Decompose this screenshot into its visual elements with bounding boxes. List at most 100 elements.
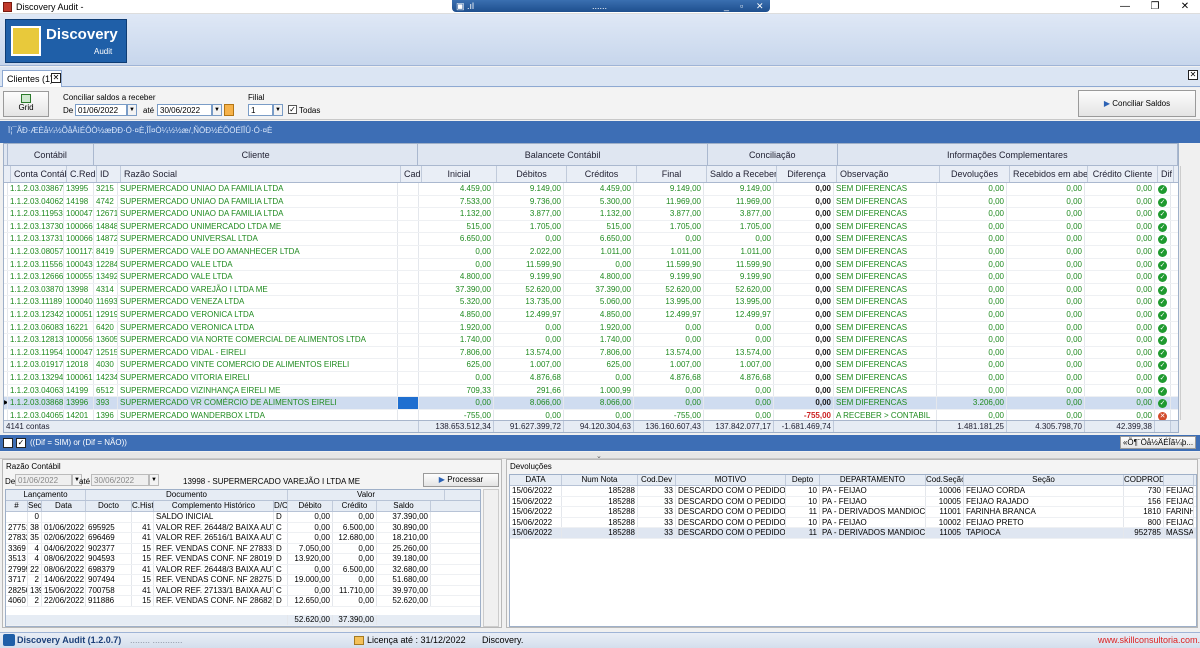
filter-editor-button[interactable]: «Õ¶¨Öå½ÄÉÎã¼þ... — [1120, 436, 1196, 449]
razao-date-to[interactable]: 30/06/2022 — [91, 474, 149, 486]
panel-splitter[interactable]: ⌄ — [0, 452, 1200, 460]
date-from-dropdown-icon[interactable]: ▼ — [127, 104, 137, 116]
close-icon[interactable]: ✕ — [1170, 0, 1200, 14]
razao-row[interactable]: 0 SALDO INICIAL D 0,00 0,00 37.390,00 — [6, 512, 480, 523]
table-row[interactable]: 1.1.2.03.126661000552513492SUPERMERCADO … — [4, 271, 1178, 284]
table-row[interactable]: 1.1.2.03.115561000439112284SUPERMERCADO … — [4, 258, 1178, 272]
maximize-icon[interactable]: ❐ — [1140, 0, 1170, 14]
razao-column-header[interactable]: Seq — [28, 501, 42, 511]
column-header[interactable]: Conta Contábil — [11, 166, 67, 182]
date-to-dropdown-icon[interactable]: ▼ — [212, 104, 222, 116]
tab-close-icon[interactable]: ✕ — [51, 73, 61, 83]
razao-date-to-dropdown-icon[interactable]: ▼ — [149, 474, 159, 486]
column-header[interactable]: Devoluções — [940, 166, 1010, 182]
devolucoes-column-header[interactable]: Cod.Seção — [926, 475, 964, 485]
remote-restore-icon[interactable]: ▫ — [740, 0, 743, 12]
remote-session-bar[interactable]: ▣ .ıl ...... _ ▫ ✕ — [452, 0, 770, 12]
filter-enabled-checkbox[interactable]: ✓ — [16, 438, 26, 448]
devolucoes-row[interactable]: 15/06/2022 185288 33 DESCARDO COM O PEDIDO 1… — [510, 517, 1196, 528]
razao-column-header[interactable]: Crédito — [333, 501, 377, 511]
devolucoes-row[interactable]: 15/06/2022 185288 33 DESCARDO COM O PEDIDO 1… — [510, 507, 1196, 518]
table-row[interactable]: 1.1.2.03.123421000519012919SUPERMERCADO … — [4, 308, 1178, 322]
remote-close-icon[interactable]: ✕ — [756, 0, 764, 12]
column-header[interactable]: Inicial — [422, 166, 497, 182]
razao-column-header[interactable]: Docto — [86, 501, 132, 511]
table-row[interactable]: 1.1.2.03.128131000568113605SUPERMERCADO … — [4, 334, 1178, 347]
devolucoes-row[interactable]: 15/06/2022 185288 33 DESCARDO COM O PEDIDO 1… — [510, 486, 1196, 497]
calendar-icon[interactable] — [224, 104, 234, 116]
grid-vertical-scrollbar[interactable] — [1180, 166, 1194, 420]
razao-row[interactable]: 3369 4 04/06/2022 902377 15 REF. VENDAS CONF.… — [6, 543, 480, 554]
devolucoes-column-header[interactable] — [1164, 475, 1194, 485]
table-row[interactable]: 1.1.2.03.01917 12018 4030 SUPERMERCADO VINT… — [4, 359, 1178, 372]
razao-row[interactable]: 277513801/06/202269592541VALOR REF. 2644… — [6, 522, 480, 533]
razao-date-from[interactable]: 01/06/2022 — [15, 474, 72, 486]
panel-close-icon[interactable]: ✕ — [1188, 70, 1198, 80]
table-row[interactable]: 1.1.2.03.137311000663714872SUPERMERCADO … — [4, 233, 1178, 246]
razao-column-header[interactable]: Débito — [288, 501, 333, 511]
clear-filter-icon[interactable]: ✕ — [3, 438, 13, 448]
column-header[interactable]: Débitos — [497, 166, 567, 182]
minimize-icon[interactable]: — — [1110, 0, 1140, 14]
razao-column-header[interactable]: Data — [42, 501, 86, 511]
status-site-link[interactable]: www.skillconsultoria.com.br — [1098, 635, 1200, 645]
column-header[interactable]: Razão Social — [121, 166, 401, 182]
column-header[interactable]: Cad — [401, 166, 422, 182]
conciliar-saldos-button[interactable]: ▶ Conciliar Saldos — [1078, 90, 1196, 117]
todas-checkbox[interactable]: ✓ — [288, 105, 297, 114]
table-row[interactable]: 1.1.2.03.04063 14199 6512 SUPERMERCADO VIZI… — [4, 384, 1178, 398]
devolucoes-column-header[interactable]: Depto — [786, 475, 820, 485]
razao-grid[interactable]: Lançamento Documento Valor # Seq Data Docto C.… — [5, 489, 481, 627]
group-by-panel[interactable]: Ï¦¯ÃÐ·ÆÈå¼½ÕåÂìÉÔÒ½æÐÐ·Ó·¤È,ÎÎ¤Ò¼½½æ/,ÑÖ… — [0, 121, 1200, 143]
table-row[interactable]: ▶1.1.2.03.0386813996393SUPERMERCADO VR C… — [4, 397, 1178, 410]
razao-row[interactable]: 3513 4 08/06/2022 904593 15 REF. VENDAS CONF.… — [6, 554, 480, 565]
devolucoes-grid[interactable]: DATA Num Nota Cod.Dev MOTIVO Depto DEPARTAMEN… — [509, 474, 1197, 627]
column-header[interactable]: ID — [97, 166, 121, 182]
table-row[interactable]: 1.1.2.03.03867 13995 3215 SUPERMERCADO UNIA… — [4, 183, 1178, 196]
column-header[interactable]: C.Red — [67, 166, 97, 182]
table-row[interactable]: 1.1.2.03.132941000616314234SUPERMERCADO … — [4, 371, 1178, 385]
column-header[interactable]: Recebidos em aberto — [1010, 166, 1088, 182]
devolucoes-column-header[interactable]: Num Nota — [562, 475, 638, 485]
table-row[interactable]: 1.1.2.03.08057 1001173 8419 SUPERMERCADO VA… — [4, 245, 1178, 259]
devolucoes-column-header[interactable]: DEPARTAMENTO — [820, 475, 926, 485]
table-row[interactable]: 1.1.2.03.119531000479112671SUPERMERCADO … — [4, 208, 1178, 221]
column-header[interactable]: Saldo a Receber — [707, 166, 777, 182]
devolucoes-column-header[interactable]: DATA — [510, 475, 562, 485]
processar-button[interactable]: ▶ Processar — [423, 473, 499, 487]
date-from-field[interactable]: 01/06/2022 — [75, 104, 127, 116]
column-header[interactable]: Diferença — [777, 166, 837, 182]
filter-expression[interactable]: ((Dif = SIM) or (Dif = NÃO)) — [30, 438, 127, 447]
table-row[interactable]: 1.1.2.03.03870 13998 4314 SUPERMERCADO VARE… — [4, 283, 1178, 297]
column-header[interactable]: Final — [637, 166, 707, 182]
razao-row[interactable]: 2825013915/06/202270075841VALOR REF. 271… — [6, 585, 480, 596]
razao-row[interactable]: 4060 2 22/06/2022 911886 15 REF. VENDAS CONF.… — [6, 596, 480, 607]
column-header[interactable]: Créditos — [567, 166, 637, 182]
column-header[interactable]: Dif — [1158, 166, 1174, 182]
table-row[interactable]: 1.1.2.03.137301000663614848SUPERMERCADO … — [4, 220, 1178, 234]
razao-column-header[interactable]: Saldo — [377, 501, 431, 511]
filial-dropdown-icon[interactable]: ▼ — [273, 104, 283, 116]
razao-column-header[interactable]: Complemento Histórico — [154, 501, 274, 511]
razao-scrollbar[interactable] — [483, 489, 499, 627]
clientes-grid[interactable]: Contábil Cliente Balancete Contábil Concili… — [3, 143, 1179, 433]
razao-column-header[interactable]: # — [6, 501, 28, 511]
devolucoes-column-header[interactable]: Seção — [964, 475, 1124, 485]
column-header[interactable]: Crédito Cliente — [1088, 166, 1158, 182]
razao-column-header[interactable]: D/C — [274, 501, 288, 511]
table-row[interactable]: 1.1.2.03.04062 14198 4742 SUPERMERCADO UNIA… — [4, 195, 1178, 209]
devolucoes-row[interactable]: 15/06/2022 185288 33 DESCARDO COM O PEDIDO 1… — [510, 496, 1196, 507]
table-row[interactable]: 1.1.2.03.111891000401811693SUPERMERCADO … — [4, 296, 1178, 309]
date-to-field[interactable]: 30/06/2022 — [157, 104, 212, 116]
table-row[interactable]: 1.1.2.03.06083 16221 6420 SUPERMERCADO VERO… — [4, 321, 1178, 335]
filial-field[interactable]: 1 — [248, 104, 273, 116]
column-header[interactable]: Observação — [837, 166, 940, 182]
devolucoes-column-header[interactable]: CODPROD — [1124, 475, 1164, 485]
razao-row[interactable]: 278323502/06/202269646941VALOR REF. 2651… — [6, 533, 480, 544]
grid-button[interactable]: Grid — [3, 91, 49, 117]
devolucoes-row[interactable]: 15/06/2022 185288 33 DESCARDO COM O PEDIDO 1… — [510, 528, 1196, 539]
razao-row[interactable]: 279952208/06/202269837941VALOR REF. 2644… — [6, 564, 480, 575]
devolucoes-column-header[interactable]: Cod.Dev — [638, 475, 676, 485]
razao-row[interactable]: 3717 2 14/06/2022 907494 15 REF. VENDAS CONF.… — [6, 575, 480, 586]
devolucoes-column-header[interactable]: MOTIVO — [676, 475, 786, 485]
